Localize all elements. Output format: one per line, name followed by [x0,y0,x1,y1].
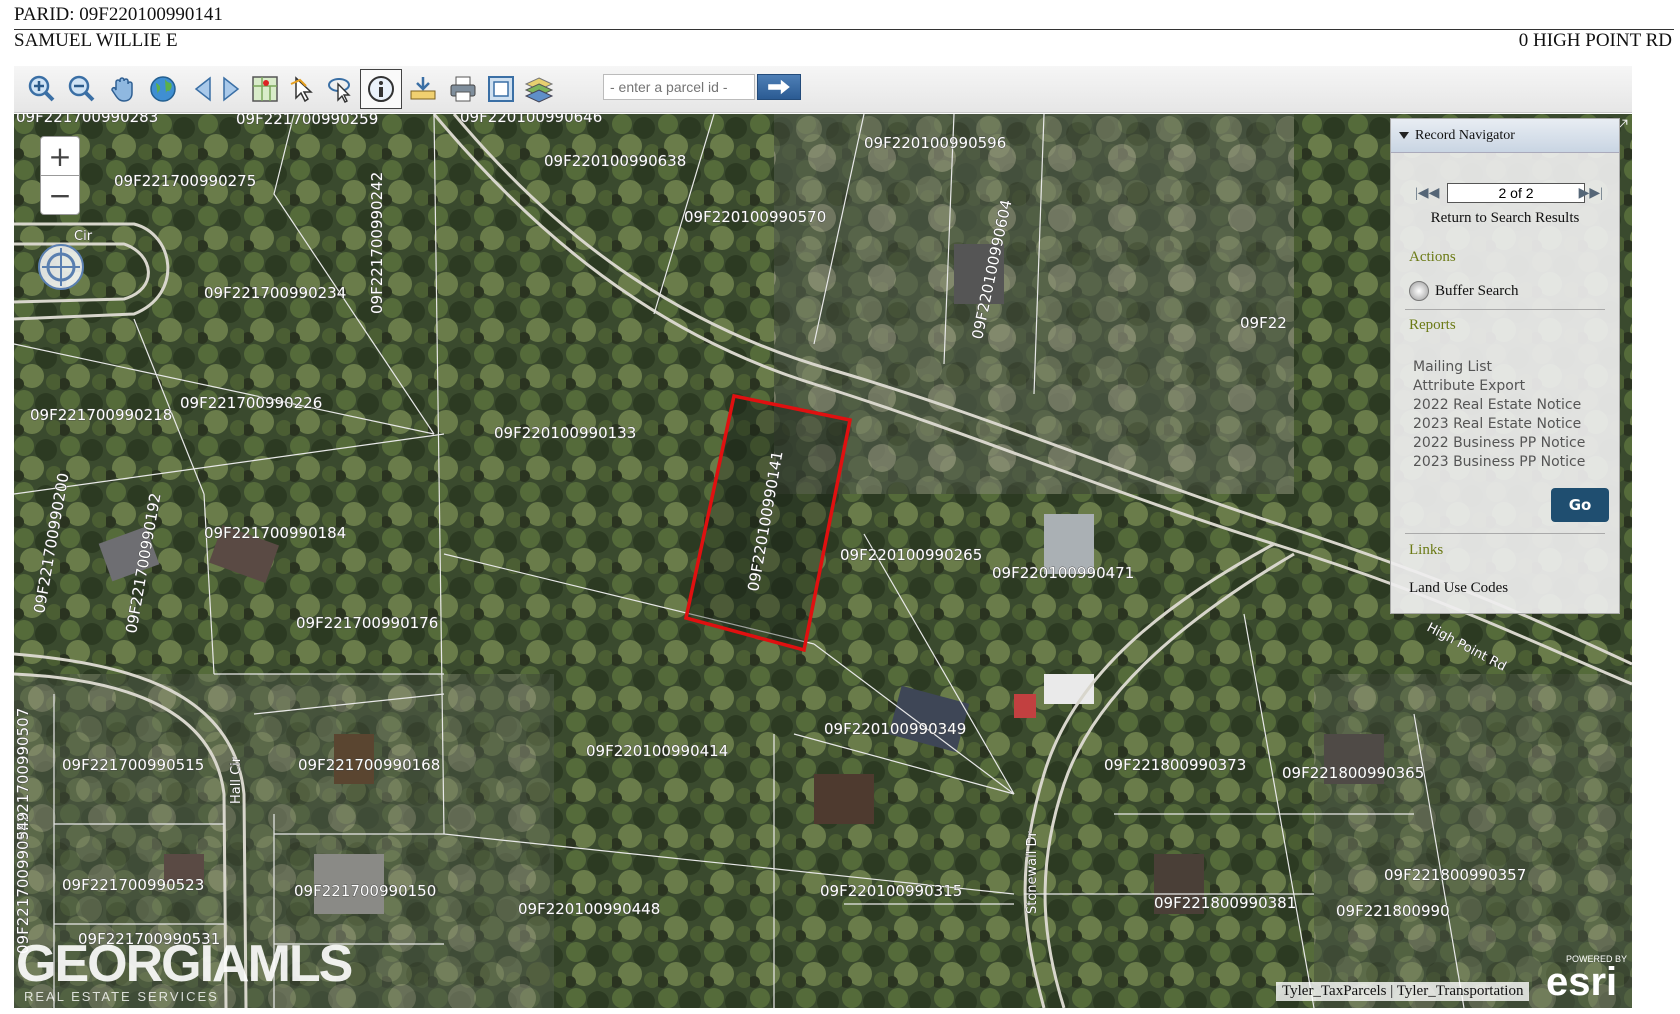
parcel-search-button[interactable] [757,74,801,100]
map-toolbar [14,66,1632,113]
road-label-hall-cir: Hall Cir [229,756,244,804]
parcel-label: 09F221700990168 [298,756,440,774]
report-2023-business-pp[interactable]: 2023 Business PP Notice [1413,454,1585,470]
record-navigator-panel: Record Navigator |◀◀ 2 of 2 ▶▶| Return t… [1390,118,1620,614]
crosshair-icon [42,248,80,286]
arrow-right-icon [768,79,790,95]
road-label-stonewall-dr: Stonewall Dr [1025,830,1040,914]
parcel-label: 09F221700990226 [180,394,322,412]
pan-hand-icon[interactable] [106,72,140,106]
parcel-label: 09F220100990570 [684,208,826,226]
parcel-label: 09F221700990523 [62,876,204,894]
parcel-label: 09F220100990646 [460,114,602,126]
parcel-label: 09F221800990 [1336,902,1450,920]
map-select-icon[interactable] [248,72,282,106]
report-2022-real-estate[interactable]: 2022 Real Estate Notice [1413,397,1581,413]
select-pointer-icon[interactable] [286,72,320,106]
next-extent-icon[interactable] [214,72,248,106]
zoom-out-button[interactable]: − [40,175,80,215]
actions-heading: Actions [1409,249,1456,265]
parcel-label: 09F220100990471 [992,564,1134,582]
zoom-in-icon[interactable] [24,72,58,106]
record-count: 2 of 2 [1447,183,1585,203]
property-address: 0 HIGH POINT RD [1518,30,1672,51]
buffer-icon [1409,281,1429,301]
map-attribution: Tyler_TaxParcels | Tyler_Transportation [1276,982,1530,1001]
georgia-mls-subtitle: REAL ESTATE SERVICES [24,989,219,1004]
parcel-label: 09F220100990448 [518,900,660,918]
parcel-label: 09F221700990234 [204,284,346,302]
report-mailing-list[interactable]: Mailing List [1413,359,1492,375]
parcel-label: 09F220100990265 [840,546,982,564]
parcel-label: 09F221700990259 [236,114,378,128]
parcel-label: 09F220100990315 [820,882,962,900]
buffer-search-label: Buffer Search [1435,282,1519,299]
buffer-search-link[interactable]: Buffer Search [1409,281,1518,301]
parcel-label: 09F221700990242 [368,172,386,314]
record-pager: |◀◀ 2 of 2 ▶▶| [1415,183,1603,203]
esri-logo: esri [1546,960,1618,1004]
section-divider [1405,309,1605,310]
parcel-label: 09F221700990283 [16,114,158,126]
parcel-label: 09F221700990176 [296,614,438,632]
road-label-cir: Cir [74,229,93,244]
last-record-icon[interactable]: ▶▶| [1579,185,1603,202]
parcel-id-input[interactable] [603,74,755,100]
parcel-label: 09F221700990150 [294,882,436,900]
parcel-label: 09F221700990515 [62,756,204,774]
report-2023-real-estate[interactable]: 2023 Real Estate Notice [1413,416,1581,432]
parcel-label: 09F221700990275 [114,172,256,190]
report-attribute-export[interactable]: Attribute Export [1413,378,1525,394]
return-to-search-link[interactable]: Return to Search Results [1391,210,1619,227]
parcel-label: 09F221800990357 [1384,866,1526,884]
links-heading: Links [1409,542,1444,558]
parcel-label: 09F221700990549 [14,812,32,954]
identify-info-icon[interactable] [360,69,402,109]
report-2022-business-pp[interactable]: 2022 Business PP Notice [1413,435,1585,451]
fit-extent-icon[interactable] [484,72,518,106]
parcel-label: 09F221700990218 [30,406,172,424]
first-record-icon[interactable]: |◀◀ [1415,185,1439,202]
georgia-mls-watermark: GEORGIAMLS [16,935,353,993]
panel-title: Record Navigator [1415,128,1515,143]
select-lasso-icon[interactable] [322,72,356,106]
record-navigator-header[interactable]: Record Navigator [1391,119,1619,153]
owner-name: SAMUEL WILLIE E [14,30,178,51]
parcel-label: 09F221700990184 [204,524,346,542]
collapse-triangle-icon [1399,132,1409,140]
print-icon[interactable] [446,72,480,106]
land-use-codes-link[interactable]: Land Use Codes [1409,580,1508,597]
locate-button[interactable] [38,244,84,290]
reports-heading: Reports [1409,317,1456,333]
zoom-in-button[interactable]: + [40,136,80,176]
parcel-label: 09F220100990596 [864,134,1006,152]
section-divider [1405,533,1605,534]
full-extent-globe-icon[interactable] [146,72,180,106]
measure-icon[interactable] [406,72,440,106]
parcel-label: 09F221800990381 [1154,894,1296,912]
parcel-label: 09F220100990638 [544,152,686,170]
map-view[interactable]: 09F221700990283 09F221700990259 09F2201009… [14,114,1632,1008]
parcel-label: 09F221800990373 [1104,756,1246,774]
parcel-id-heading: PARID: 09F220100990141 [14,4,223,25]
zoom-out-icon[interactable] [64,72,98,106]
parcel-label: 09F221800990365 [1282,764,1424,782]
parcel-label: 09F220100990349 [824,720,966,738]
parcel-label-partial: 09F22 [1240,314,1287,332]
parcel-label: 09F220100990133 [494,424,636,442]
layers-icon[interactable] [522,72,556,106]
go-button[interactable]: Go [1551,488,1609,522]
parcel-label: 09F220100990414 [586,742,728,760]
